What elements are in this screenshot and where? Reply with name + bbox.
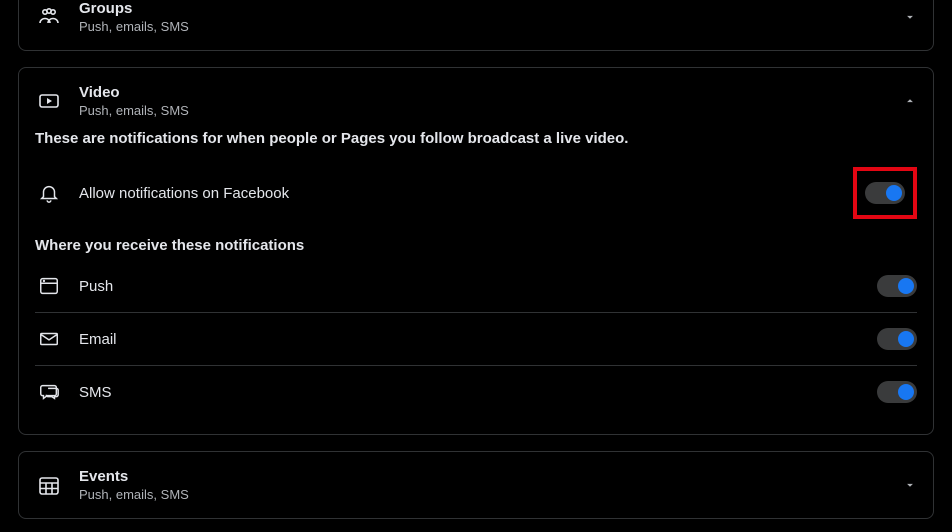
sms-toggle[interactable] [877,381,917,403]
video-title: Video [79,84,903,101]
sms-icon [35,378,63,406]
events-title-group: Events Push, emails, SMS [79,468,903,502]
groups-subtitle: Push, emails, SMS [79,19,903,34]
groups-icon [35,3,63,31]
events-header[interactable]: Events Push, emails, SMS [19,452,933,518]
events-section: Events Push, emails, SMS [18,451,934,519]
calendar-icon [35,471,63,499]
bell-icon [35,179,63,207]
push-label: Push [79,278,877,295]
events-subtitle: Push, emails, SMS [79,487,903,502]
groups-title: Groups [79,0,903,17]
chevron-down-icon [903,478,917,492]
email-row: Email [35,313,917,366]
video-subtitle: Push, emails, SMS [79,103,903,118]
where-receive-header: Where you receive these notifications [35,237,917,254]
video-description: These are notifications for when people … [35,130,917,147]
groups-header[interactable]: Groups Push, emails, SMS [19,0,933,50]
allow-notifications-label: Allow notifications on Facebook [79,185,853,202]
groups-title-group: Groups Push, emails, SMS [79,0,903,34]
chevron-up-icon [903,94,917,108]
video-header[interactable]: Video Push, emails, SMS [19,68,933,130]
email-toggle[interactable] [877,328,917,350]
groups-section: Groups Push, emails, SMS [18,0,934,51]
video-icon [35,87,63,115]
events-title: Events [79,468,903,485]
video-section: Video Push, emails, SMS These are notifi… [18,67,934,435]
email-label: Email [79,331,877,348]
sms-label: SMS [79,384,877,401]
video-title-group: Video Push, emails, SMS [79,84,903,118]
video-body: These are notifications for when people … [19,130,933,434]
browser-icon [35,272,63,300]
allow-toggle-highlight [853,167,917,219]
push-toggle[interactable] [877,275,917,297]
allow-notifications-row: Allow notifications on Facebook [35,167,917,219]
push-row: Push [35,260,917,313]
sms-row: SMS [35,366,917,418]
chevron-down-icon [903,10,917,24]
allow-notifications-toggle[interactable] [865,182,905,204]
email-icon [35,325,63,353]
